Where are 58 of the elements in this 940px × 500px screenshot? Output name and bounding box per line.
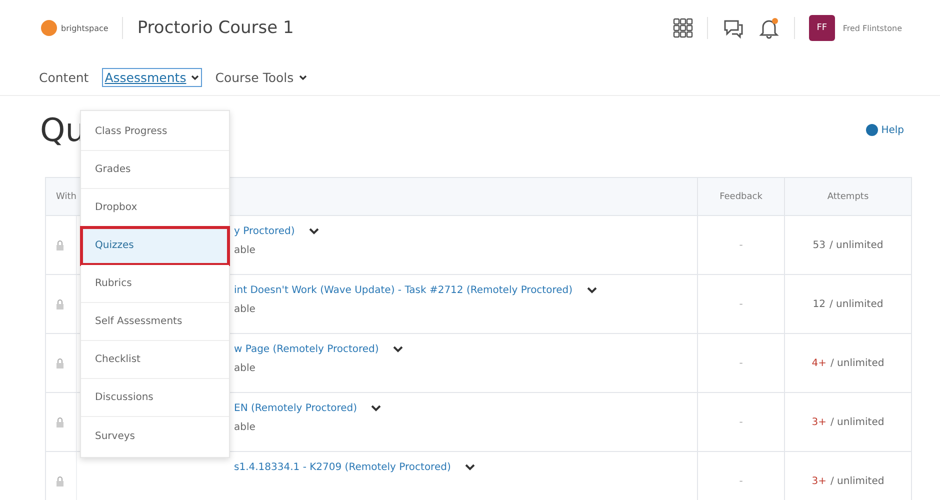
lock-icon [56, 416, 64, 428]
menu-item[interactable]: Checklist [81, 341, 229, 379]
menu-item[interactable]: Discussions [81, 379, 229, 417]
column-header: Feedback [697, 178, 784, 215]
quiz-link[interactable]: EN (Remotely Proctored) [234, 403, 358, 414]
chevron-icon[interactable] [392, 346, 403, 353]
menu-item[interactable]: Dropbox [81, 189, 229, 227]
feedback-cell: - [739, 416, 743, 428]
availability-text: able [234, 363, 256, 374]
attempts-count: 12 [812, 298, 826, 310]
nav-menu-item[interactable]: Assessments [102, 68, 202, 87]
attempts-limit: / unlimited [830, 416, 884, 428]
lock-icon [56, 298, 64, 310]
quiz-link[interactable]: y Proctored) [234, 226, 295, 237]
feedback-cell: - [739, 476, 743, 486]
chevron-icon[interactable] [586, 287, 597, 294]
attempts-limit: / unlimited [830, 476, 884, 486]
attempts-limit: / unlimited [830, 240, 884, 250]
menu-item[interactable]: Surveys [81, 417, 229, 455]
feedback-cell: - [739, 298, 743, 310]
quiz-link[interactable]: int Doesn't Work (Wave Update) - Task #2712 (Remotely Proctored) [234, 285, 573, 296]
lock-icon [56, 240, 64, 250]
logo-icon [40, 19, 58, 37]
availability-text: able [234, 304, 256, 315]
bell-icon[interactable] [758, 17, 780, 39]
menu-item[interactable]: Self Assessments [81, 303, 229, 341]
quiz-link[interactable]: s1.4.18334.1 - K2709 (Remotely Proctored) [234, 462, 451, 473]
attempts-limit: / unlimited [830, 358, 884, 368]
help-icon [866, 124, 878, 136]
chevron-icon[interactable] [308, 228, 319, 235]
chevron-icon[interactable] [371, 405, 382, 412]
attempts-count: 53 [812, 240, 826, 250]
chevron-icon[interactable] [464, 464, 475, 471]
user-name[interactable]: Fred Flintstone [842, 24, 902, 32]
logo-text: brightspace [61, 24, 108, 32]
menu-item[interactable]: Grades [81, 151, 229, 189]
help-link[interactable]: Help [866, 124, 904, 136]
column-header: Attempts [784, 178, 911, 215]
availability-text: able [234, 422, 256, 433]
nav-menu-item[interactable]: Content [36, 68, 92, 87]
menu-item[interactable]: Class Progress [81, 113, 229, 151]
attempts-count: 4+ [812, 358, 826, 368]
quiz-link[interactable]: w Page (Remotely Proctored) [234, 344, 379, 355]
lock-icon [56, 358, 64, 368]
lock-icon [56, 476, 64, 486]
availability-text: able [234, 245, 256, 256]
grid-icon[interactable] [672, 18, 693, 38]
feedback-cell: - [739, 240, 743, 250]
user-avatar[interactable]: FF [808, 15, 835, 41]
course-title: Proctorio Course 1 [137, 18, 294, 38]
menu-item[interactable]: Rubrics [81, 265, 229, 303]
attempts-limit: / unlimited [830, 298, 884, 310]
nav-menu-item[interactable]: Course Tools [212, 68, 310, 87]
attempts-count: 3+ [812, 416, 826, 428]
attempts-count: 3+ [812, 476, 826, 486]
menu-item[interactable]: Quizzes [81, 227, 229, 265]
feedback-cell: - [739, 358, 743, 368]
column-header: With [55, 190, 76, 204]
